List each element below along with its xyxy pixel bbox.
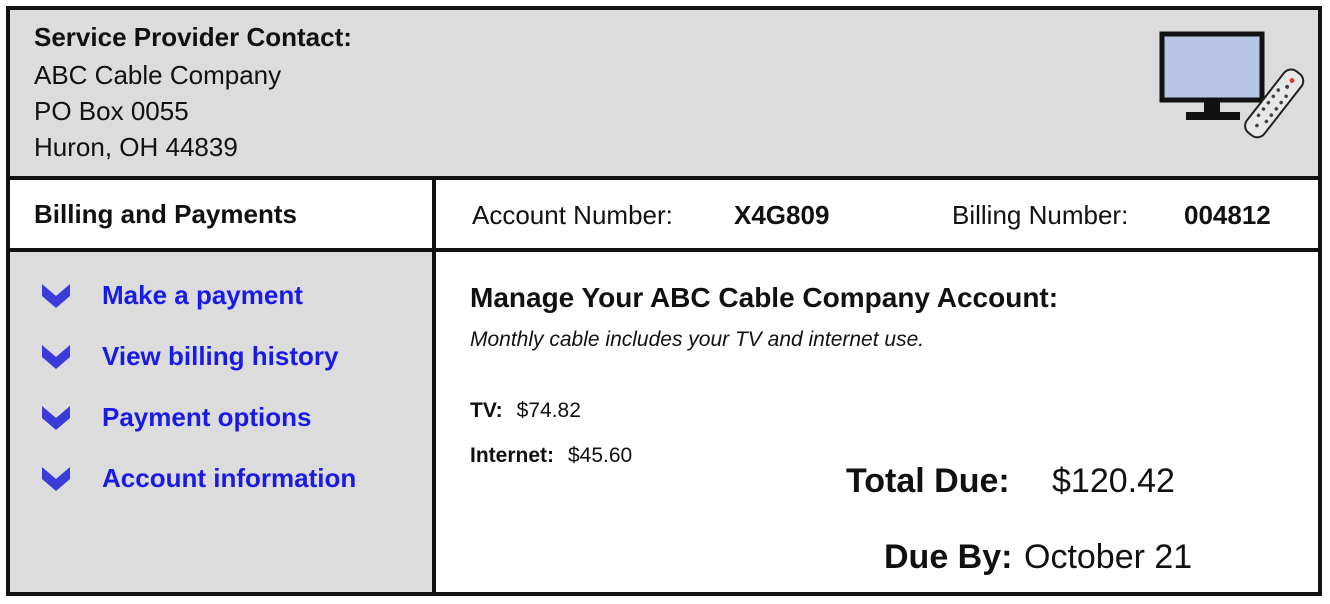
account-summary: Manage Your ABC Cable Company Account: M… (436, 252, 1318, 592)
total-due-value: $120.42 (1052, 462, 1175, 500)
chevron-down-icon (42, 467, 70, 491)
account-number-value: X4G809 (734, 200, 830, 230)
nav-billing-history[interactable]: View billing history (40, 336, 338, 376)
section-title: Billing and Payments (34, 199, 297, 229)
charge-label: TV: (470, 399, 503, 422)
due-by-label: Due By: (884, 538, 1013, 576)
section-title-cell: Billing and Payments (10, 180, 436, 252)
provider-contact-header: Service Provider Contact: ABC Cable Comp… (10, 10, 1318, 180)
account-info-bar: Account Number: X4G809 Billing Number: 0… (436, 180, 1318, 252)
provider-address: PO Box 0055 (34, 96, 189, 126)
chevron-down-icon (42, 284, 70, 308)
charge-label: Internet: (470, 444, 554, 467)
nav-label: Make a payment (102, 279, 303, 310)
account-number-label: Account Number: (472, 200, 673, 230)
due-by-value: October 21 (1024, 538, 1193, 576)
provider-name: ABC Cable Company (34, 60, 282, 90)
billing-panel: Service Provider Contact: ABC Cable Comp… (6, 6, 1322, 596)
nav-account-information[interactable]: Account information (40, 458, 356, 498)
charge-row-tv: TV: $74.82 (470, 399, 581, 423)
charge-amount: $45.60 (568, 444, 633, 467)
nav-label: Payment options (102, 401, 312, 432)
total-due-label: Total Due: (846, 462, 1010, 500)
page-title: Manage Your ABC Cable Company Account: (470, 282, 1059, 313)
page-subtitle: Monthly cable includes your TV and inter… (470, 328, 925, 351)
tv-with-remote-icon (1159, 31, 1305, 139)
nav-make-payment[interactable]: Make a payment (40, 275, 303, 315)
nav-label: View billing history (102, 340, 339, 371)
nav-label: Account information (102, 462, 357, 493)
billing-sidebar: Make a payment View billing history Paym… (10, 252, 436, 592)
charge-amount: $74.82 (516, 399, 581, 422)
chevron-down-icon (42, 345, 70, 369)
nav-payment-options[interactable]: Payment options (40, 397, 311, 437)
charge-row-internet: Internet: $45.60 (470, 444, 632, 468)
provider-heading: Service Provider Contact: (34, 22, 352, 52)
provider-city: Huron, OH 44839 (34, 132, 238, 162)
billing-number-label: Billing Number: (952, 200, 1129, 230)
chevron-down-icon (42, 406, 70, 430)
billing-number-value: 004812 (1184, 200, 1271, 230)
